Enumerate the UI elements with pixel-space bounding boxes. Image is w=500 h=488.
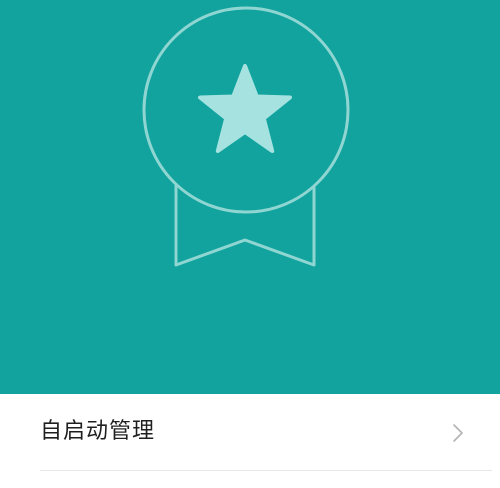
- menu-item-label: 自启动管理: [40, 419, 156, 444]
- chevron-right-icon: [453, 424, 463, 442]
- list-divider: [40, 470, 492, 471]
- hero-banner: [0, 0, 500, 394]
- app-screen: 自启动管理: [0, 0, 500, 488]
- menu-item-autostart-management[interactable]: 自启动管理: [0, 394, 500, 472]
